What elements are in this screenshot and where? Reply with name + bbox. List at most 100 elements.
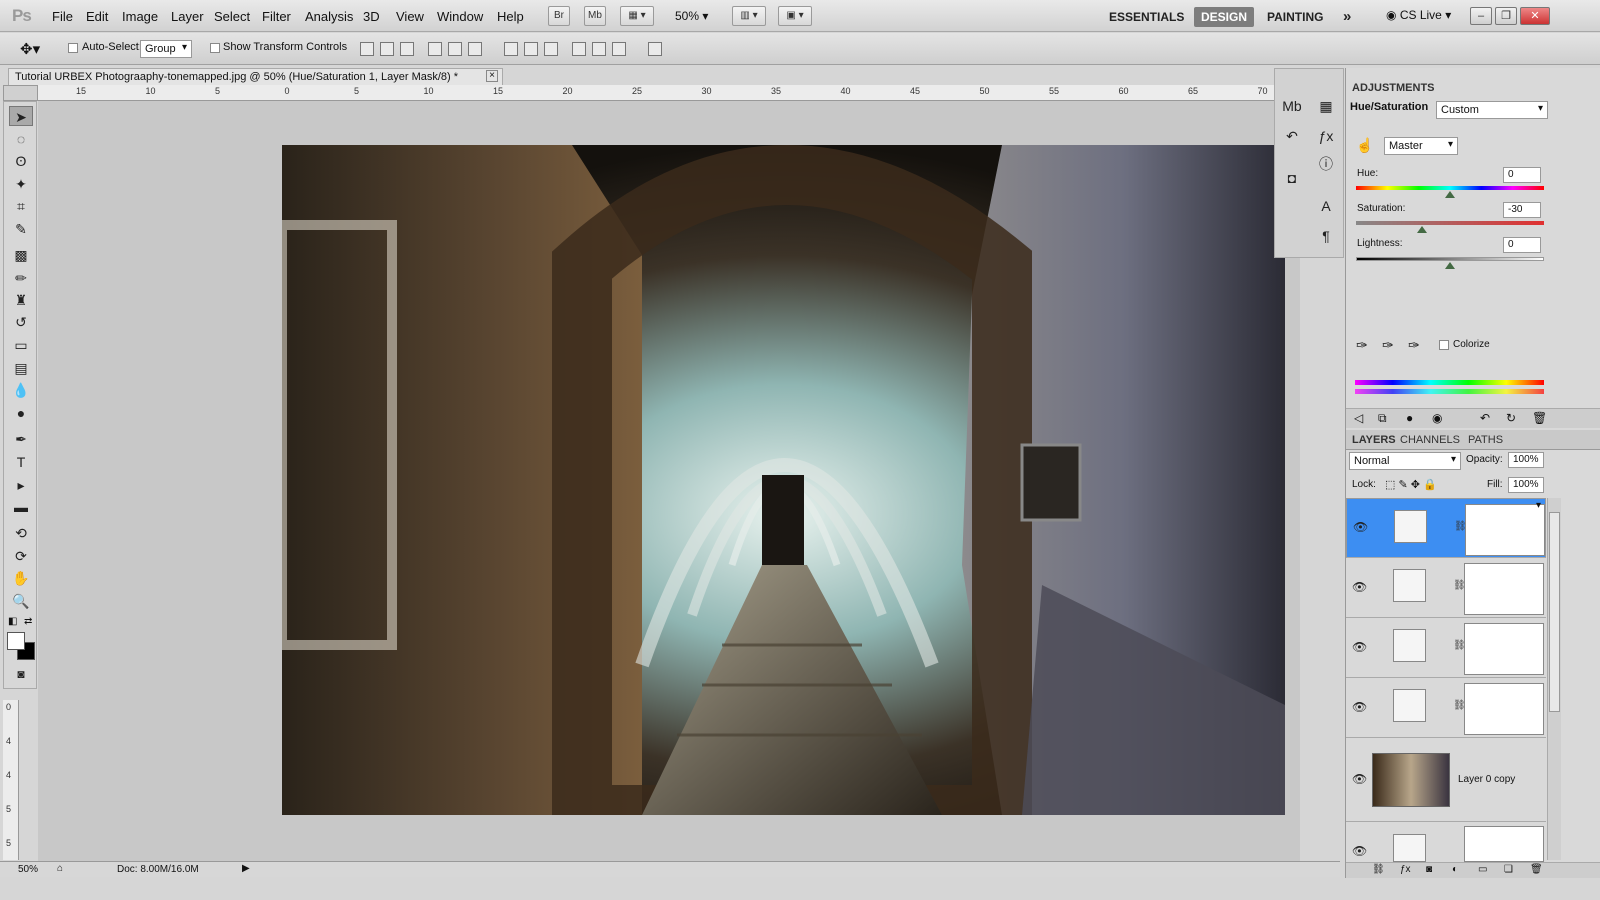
eyedropper-minus-icon[interactable]: ✑ [1408,337,1420,354]
swap-colors-icon[interactable]: ⇄ [24,616,32,627]
workspace-design[interactable]: DESIGN [1194,7,1255,27]
blur-tool-icon[interactable]: 💧 [9,380,33,400]
align-top-icon[interactable] [360,42,374,56]
saturation-input[interactable]: -30 [1503,202,1541,218]
zoom-dropdown[interactable]: 50% ▾ [675,9,708,23]
layer-name[interactable]: Layer 0 copy [1458,774,1515,785]
arrange-documents-icon[interactable]: ▥ ▾ [732,6,766,26]
back-arrow-icon[interactable]: ◁ [1354,411,1363,425]
status-menu-arrow-icon[interactable]: ▶ [242,863,250,874]
hue-slider[interactable] [1356,186,1544,190]
lightness-slider-thumb[interactable] [1445,262,1455,269]
paragraph-panel-icon[interactable]: ¶ [1315,225,1337,247]
hue-slider-thumb[interactable] [1445,191,1455,198]
new-group-icon[interactable]: ▭ [1478,864,1487,875]
move-tool-icon[interactable]: ➤ [9,106,33,126]
transform-controls-checkbox[interactable] [210,43,220,53]
menu-select[interactable]: Select [214,9,250,24]
layer-mask-thumbnail[interactable] [1464,683,1544,735]
menu-file[interactable]: File [52,9,73,24]
auto-select-checkbox[interactable] [68,43,78,53]
quick-mask-icon[interactable]: ◙ [9,664,33,684]
dodge-tool-icon[interactable]: ● [9,403,33,423]
layer-mask-thumbnail[interactable] [1465,504,1545,556]
info-panel-icon[interactable]: ⓘ [1315,153,1337,175]
menu-layer[interactable]: Layer [171,9,204,24]
foreground-color-swatch[interactable] [7,632,25,650]
3d-orbit-tool-icon[interactable]: ⟳ [9,546,33,566]
eye-icon[interactable]: 👁 [1352,772,1367,786]
add-mask-icon[interactable]: ◙ [1426,864,1432,875]
fill-input[interactable]: 100% [1508,477,1544,493]
layer-mask-thumbnail[interactable] [1464,563,1544,615]
layer-style-icon[interactable]: ƒx [1400,864,1411,875]
restore-icon[interactable]: ❐ [1495,7,1517,25]
menu-edit[interactable]: Edit [86,9,108,24]
lasso-tool-icon[interactable]: ʘ [9,151,33,171]
saturation-slider[interactable] [1356,221,1544,225]
channel-dropdown[interactable]: Master [1384,137,1458,155]
previous-state-icon[interactable]: ↶ [1480,411,1490,425]
3d-rotate-tool-icon[interactable]: ⟲ [9,523,33,543]
eyedropper-tool-icon[interactable]: ✎ [9,219,33,239]
cslive-menu[interactable]: ◉ CS Live ▾ [1386,8,1451,22]
close-icon[interactable]: ✕ [1520,7,1550,25]
styles-panel-icon[interactable]: ƒx [1315,125,1337,147]
default-colors-icon[interactable]: ◧ [8,616,17,627]
ruler-origin[interactable] [3,85,38,101]
scrollbar-thumb[interactable] [1549,512,1560,712]
targeted-adjust-icon[interactable]: ☝ [1356,137,1373,154]
character-panel-icon[interactable]: A [1315,195,1337,217]
layer-brightness-contrast[interactable]: 👁 [1346,822,1546,862]
reset-icon[interactable]: ↻ [1506,411,1516,425]
tab-paths[interactable]: PATHS [1468,434,1503,446]
blend-mode-dropdown[interactable]: Normal [1349,452,1461,470]
opacity-input[interactable]: 100% [1508,452,1544,468]
link-layers-icon[interactable]: ⛓ [1372,864,1385,875]
eyedropper-icon[interactable]: ✑ [1356,337,1368,354]
tab-layers[interactable]: LAYERS [1352,434,1396,446]
delete-layer-icon[interactable]: 🗑 [1530,864,1543,875]
new-adjustment-icon[interactable]: ◐ [1452,864,1458,875]
colorize-checkbox[interactable] [1439,340,1449,350]
more-workspaces-button[interactable]: » [1336,7,1358,27]
eraser-tool-icon[interactable]: ▭ [9,335,33,355]
lightness-input[interactable]: 0 [1503,237,1541,253]
distribute-top-icon[interactable] [504,42,518,56]
hue-input[interactable]: 0 [1503,167,1541,183]
screen-extras-icon[interactable]: ▦ ▾ [620,6,654,26]
layer-0-copy[interactable]: 👁 Layer 0 copy [1346,738,1546,822]
distribute-right-icon[interactable] [612,42,626,56]
bridge-button[interactable]: Br [548,6,570,26]
history-panel-icon[interactable]: ↶ [1281,125,1303,147]
type-tool-icon[interactable]: T [9,452,33,472]
path-select-tool-icon[interactable]: ▸ [9,475,33,495]
menu-help[interactable]: Help [497,9,524,24]
align-vcenter-icon[interactable] [380,42,394,56]
close-document-icon[interactable]: × [486,70,498,82]
eyedropper-plus-icon[interactable]: ✑ [1382,337,1394,354]
eye-icon[interactable]: 👁 [1352,700,1367,714]
camera-panel-icon[interactable]: ◘ [1281,167,1303,189]
distribute-bottom-icon[interactable] [544,42,558,56]
menu-window[interactable]: Window [437,9,483,24]
document-tab[interactable]: Tutorial URBEX Photograaphy-tonemapped.j… [8,68,503,85]
menu-analysis[interactable]: Analysis [305,9,353,24]
auto-align-icon[interactable] [648,42,662,56]
screen-mode-icon[interactable]: ▣ ▾ [778,6,812,26]
minimize-icon[interactable]: – [1470,7,1492,25]
align-hcenter-icon[interactable] [448,42,462,56]
align-left-icon[interactable] [428,42,442,56]
lock-icons[interactable]: ⬚ ✎ ✥ 🔒 [1385,478,1437,491]
layers-scrollbar[interactable] [1547,498,1561,860]
history-brush-tool-icon[interactable]: ↺ [9,312,33,332]
lightness-slider[interactable] [1356,257,1544,261]
status-info-icon[interactable]: ⌂ [57,863,63,874]
menu-filter[interactable]: Filter [262,9,291,24]
marquee-tool-icon[interactable]: ◌ [9,129,33,149]
new-layer-icon[interactable]: ❏ [1504,864,1513,875]
eye-icon[interactable]: 👁 [1352,580,1367,594]
layer-curves[interactable]: 👁 ⛓ [1346,558,1546,618]
distribute-left-icon[interactable] [572,42,586,56]
workspace-essentials[interactable]: ESSENTIALS [1102,7,1191,27]
